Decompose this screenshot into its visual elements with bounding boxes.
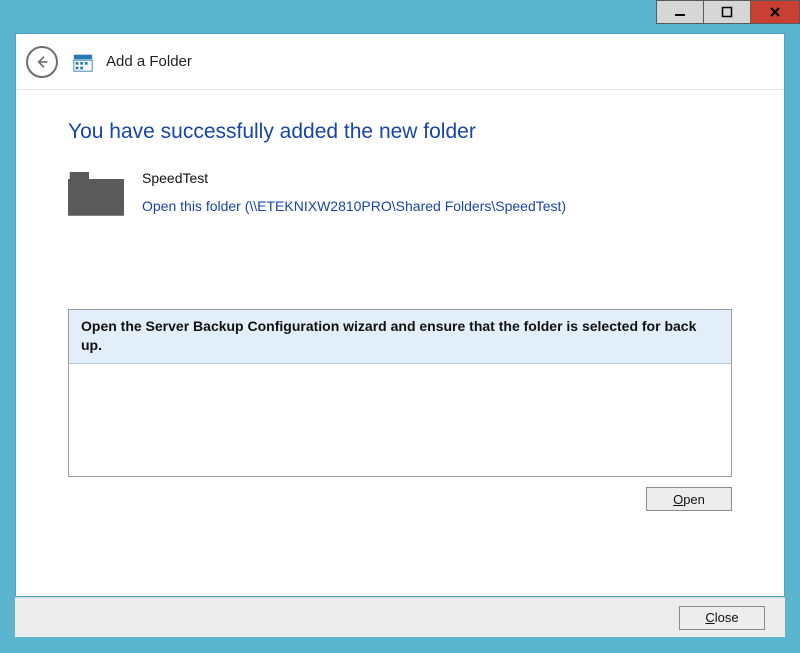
open-folder-link[interactable]: Open this folder (\\ETEKNIXW2810PRO\Shar… (142, 198, 566, 214)
minimize-button[interactable] (656, 0, 704, 24)
close-button[interactable]: Close (679, 606, 765, 630)
info-box: Open the Server Backup Configuration wiz… (68, 309, 732, 477)
open-button-accelerator: O (673, 492, 683, 507)
close-button-rest: lose (715, 610, 739, 625)
wizard-footer: Close (15, 597, 785, 637)
folder-info: SpeedTest Open this folder (\\ETEKNIXW28… (142, 170, 566, 214)
calendar-icon (72, 51, 94, 73)
folder-icon (68, 170, 124, 221)
window-titlebar (0, 0, 800, 33)
wizard-title: Add a Folder (106, 53, 192, 70)
success-heading: You have successfully added the new fold… (68, 120, 732, 144)
wizard-header: Add a Folder (16, 34, 784, 90)
folder-name: SpeedTest (142, 170, 566, 186)
info-box-message: Open the Server Backup Configuration wiz… (69, 310, 731, 364)
close-button-accelerator: C (705, 610, 714, 625)
open-button-row: Open (68, 487, 732, 511)
window-close-button[interactable] (750, 0, 800, 24)
back-button[interactable] (26, 46, 58, 78)
open-button-rest: pen (683, 492, 705, 507)
folder-summary: SpeedTest Open this folder (\\ETEKNIXW28… (68, 170, 732, 221)
wizard-content: You have successfully added the new fold… (16, 90, 784, 521)
maximize-button[interactable] (703, 0, 751, 24)
wizard-panel: Add a Folder You have successfully added… (15, 33, 785, 597)
open-button[interactable]: Open (646, 487, 732, 511)
